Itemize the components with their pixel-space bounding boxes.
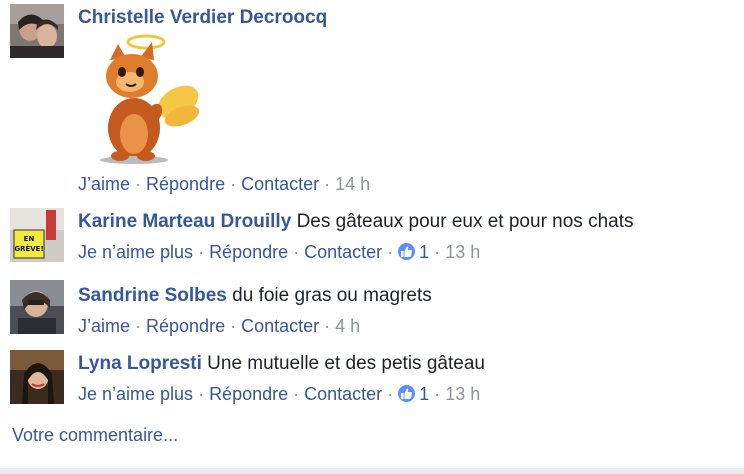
like-count[interactable]: 1	[419, 384, 429, 404]
comment-input[interactable]: Votre commentaire...	[12, 425, 178, 446]
contact-link[interactable]: Contacter	[241, 174, 319, 194]
angel-cat-sticker	[96, 30, 206, 171]
contact-link[interactable]: Contacter	[304, 242, 382, 262]
reply-link[interactable]: Répondre	[146, 174, 225, 194]
divider	[0, 468, 744, 474]
reply-link[interactable]: Répondre	[209, 384, 288, 404]
reply-link[interactable]: Répondre	[209, 242, 288, 262]
comment-actions: J’aime · Répondre · Contacter · 4 h	[78, 316, 361, 336]
avatar[interactable]	[10, 4, 64, 58]
avatar[interactable]	[10, 350, 64, 404]
reply-link[interactable]: Répondre	[146, 316, 225, 336]
timestamp[interactable]: 13 h	[445, 242, 480, 262]
comment-actions: J’aime · Répondre · Contacter · 14 h	[78, 174, 371, 194]
contact-link[interactable]: Contacter	[304, 384, 382, 404]
avatar-sign-text-1: EN	[24, 235, 35, 243]
avatar[interactable]	[10, 280, 64, 334]
comment-text: Des gâteaux pour eux et pour nos chats	[296, 211, 634, 232]
avatar-sign-text-2: GRÈVE!	[14, 244, 43, 253]
thumbs-up-icon[interactable]	[398, 243, 416, 260]
like-link[interactable]: J’aime	[78, 316, 130, 336]
avatar[interactable]: EN GRÈVE!	[10, 208, 64, 262]
unlike-link[interactable]: Je n’aime plus	[78, 384, 193, 404]
comment-text: Une mutuelle et des petis gâteau	[207, 353, 485, 374]
thumbs-up-icon[interactable]	[398, 385, 416, 402]
like-count[interactable]: 1	[419, 242, 429, 262]
unlike-link[interactable]: Je n’aime plus	[78, 242, 193, 262]
comment-author[interactable]: Christelle Verdier Decroocq	[78, 7, 327, 28]
timestamp[interactable]: 13 h	[445, 384, 480, 404]
comment-text: du foie gras ou magrets	[232, 285, 432, 306]
comment-actions: Je n’aime plus · Répondre · Contacter · 1 · 13 h	[78, 242, 481, 262]
timestamp[interactable]: 14 h	[335, 174, 370, 194]
comment-author[interactable]: Karine Marteau Drouilly	[78, 211, 291, 232]
contact-link[interactable]: Contacter	[241, 316, 319, 336]
comment-author[interactable]: Lyna Lopresti	[78, 353, 202, 374]
comment-author[interactable]: Sandrine Solbes	[78, 285, 227, 306]
comment-actions: Je n’aime plus · Répondre · Contacter · 1 · 13 h	[78, 384, 481, 404]
timestamp[interactable]: 4 h	[335, 316, 360, 336]
like-link[interactable]: J’aime	[78, 174, 130, 194]
